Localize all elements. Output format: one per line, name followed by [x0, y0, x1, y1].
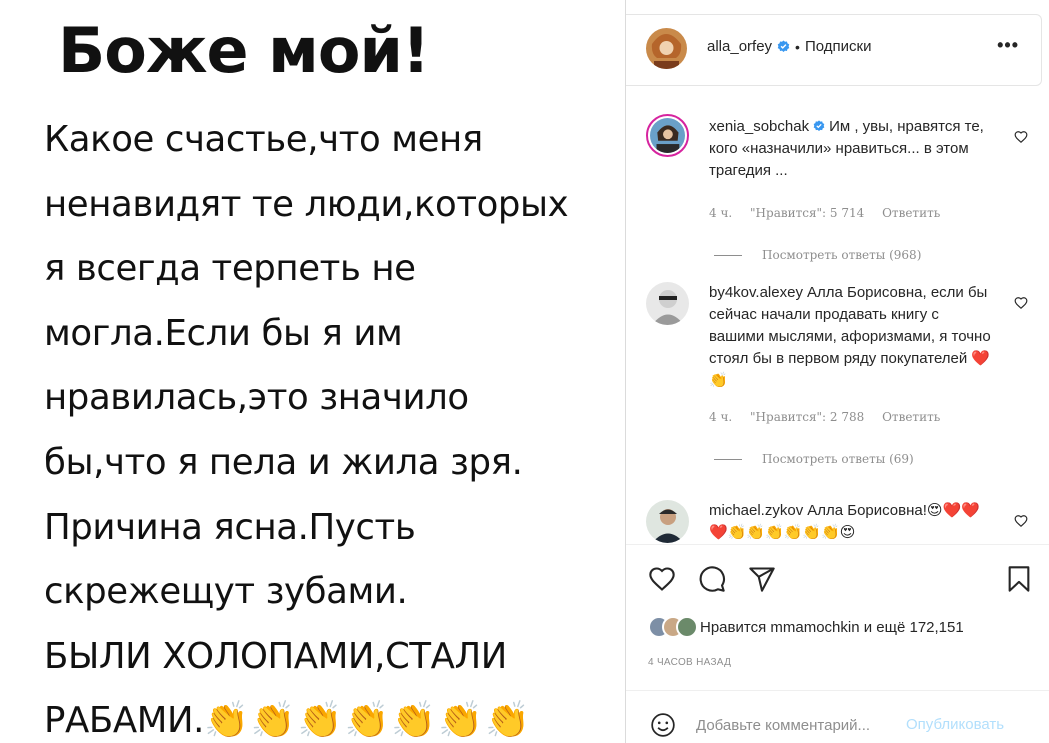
post-line-text: РАБАМИ. — [44, 700, 205, 742]
save-bookmark-icon[interactable] — [1005, 565, 1033, 593]
post-line: Какое счастье,что меня — [44, 119, 483, 160]
publish-button[interactable]: Опубликовать — [906, 716, 1004, 733]
post-headline: Боже мой! — [58, 14, 430, 87]
comment-text: by4kov.alexey Алла Борисовна, если бы сей… — [709, 282, 994, 392]
liker-username[interactable]: mmamochkin — [770, 619, 859, 636]
like-comment-heart-icon[interactable] — [1014, 514, 1028, 528]
post-actions — [648, 565, 1033, 593]
author-avatar[interactable] — [646, 28, 687, 69]
liker-avatar — [676, 616, 698, 638]
comments-list[interactable]: xenia_sobchak Им , увы, нравятся те, кого… — [626, 98, 1049, 544]
view-replies-label: Посмотреть ответы (968) — [762, 248, 922, 262]
comment-avatar[interactable] — [646, 114, 689, 157]
post-line: могла.Если бы я им — [44, 312, 403, 354]
header-line: alla_orfey • Подписки — [707, 38, 871, 55]
post-body-text: Какое счастье,что меня ненавидят те люди… — [44, 108, 624, 743]
verified-badge-icon — [813, 120, 825, 132]
comment-text: xenia_sobchak Им , увы, нравятся те, кого… — [709, 116, 994, 182]
liker-avatars[interactable] — [648, 616, 698, 638]
post-header: alla_orfey • Подписки ••• — [626, 14, 1042, 86]
comment-input[interactable] — [696, 712, 896, 738]
replies-divider-line — [714, 458, 742, 460]
post-line: БЫЛИ ХОЛОПАМИ,СТАЛИ — [44, 635, 507, 677]
reply-button[interactable]: Ответить — [882, 206, 940, 220]
separator-dot: • — [795, 38, 800, 55]
comment-avatar[interactable] — [646, 500, 689, 543]
view-replies-button[interactable]: Посмотреть ответы (968) — [714, 248, 921, 262]
more-options-icon[interactable]: ••• — [997, 35, 1019, 56]
comment-avatar[interactable] — [646, 282, 689, 325]
view-replies-button[interactable]: Посмотреть ответы (69) — [714, 452, 914, 466]
like-heart-icon[interactable] — [648, 565, 676, 593]
comment-username[interactable]: michael.zykov — [709, 502, 803, 519]
comment-likes[interactable]: "Нравится": 2 788 — [750, 410, 864, 424]
post-image[interactable]: Боже мой! Какое счастье,что меня ненавид… — [0, 0, 625, 743]
view-replies-label: Посмотреть ответы (69) — [762, 452, 914, 466]
likes-text: Нравится mmamochkin и ещё 172,151 — [700, 619, 964, 636]
likes-count[interactable]: ещё 172,151 — [876, 619, 963, 636]
comment-meta: 4 ч. "Нравится": 2 788 Ответить — [709, 410, 954, 424]
post-line: скрежещут зубами. — [44, 571, 408, 613]
comment-time: 4 ч. — [709, 206, 733, 220]
replies-divider-line — [714, 254, 742, 256]
post-line: Причина ясна.Пусть — [44, 506, 416, 548]
share-send-icon[interactable] — [748, 565, 776, 593]
post-side-panel: alla_orfey • Подписки ••• xenia_sobchak И… — [625, 0, 1049, 743]
comment-bubble-icon[interactable] — [698, 565, 726, 593]
reply-button[interactable]: Ответить — [882, 410, 940, 424]
verified-badge-icon — [777, 40, 790, 52]
post-line-last: РАБАМИ.👏👏👏👏👏👏👏 — [44, 689, 624, 743]
comment-username[interactable]: xenia_sobchak — [709, 118, 809, 135]
following-button[interactable]: Подписки — [805, 38, 872, 55]
post-line: бы,что я пела и жила зря. — [44, 441, 523, 483]
comment-meta: 4 ч. "Нравится": 5 714 Ответить — [709, 206, 954, 220]
section-divider — [626, 544, 1049, 545]
emoji-smiley-icon[interactable] — [650, 712, 676, 738]
like-comment-heart-icon[interactable] — [1014, 296, 1028, 310]
post-line: я всегда терпеть не — [44, 248, 416, 290]
comment-username[interactable]: by4kov.alexey — [709, 284, 803, 301]
likes-prefix: Нравится — [700, 618, 767, 636]
likes-middle: и — [863, 618, 873, 636]
like-comment-heart-icon[interactable] — [1014, 130, 1028, 144]
post-line: нравилась,это значило — [44, 377, 469, 419]
comment-time: 4 ч. — [709, 410, 733, 424]
post-timestamp[interactable]: 4 ЧАСОВ НАЗАД — [648, 657, 731, 668]
comment-text: michael.zykov Алла Борисовна!😍❤️❤️❤️👏👏👏👏👏… — [709, 500, 994, 544]
clap-emojis: 👏👏👏👏👏👏👏 — [204, 700, 532, 742]
likes-summary: Нравится mmamochkin и ещё 172,151 — [648, 616, 964, 638]
section-divider — [626, 690, 1049, 691]
post-line: ненавидят те люди,которых — [44, 183, 569, 225]
author-username[interactable]: alla_orfey — [707, 38, 772, 55]
comment-likes[interactable]: "Нравится": 5 714 — [750, 206, 864, 220]
